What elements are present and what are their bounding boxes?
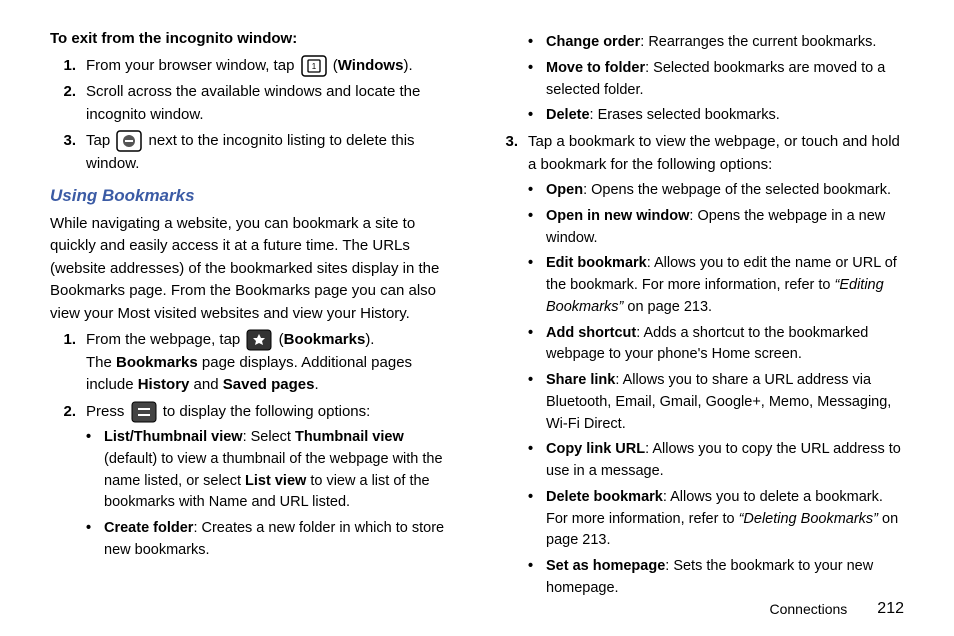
bookmarks-intro: While navigating a website, you can book… bbox=[50, 213, 462, 326]
step3-bullets: •Open: Opens the webpage of the selected… bbox=[528, 180, 904, 600]
exit-step-1: 1. From your browser window, tap 1 (Wind… bbox=[50, 55, 462, 78]
step-number: 3. bbox=[492, 131, 528, 604]
list-item: •Set as homepage: Sets the bookmark to y… bbox=[528, 556, 904, 600]
step-content: Tap next to the incognito listing to del… bbox=[86, 130, 462, 175]
bullet-marker: • bbox=[528, 180, 546, 202]
bookmarks-icon bbox=[246, 329, 272, 351]
bullet-marker: • bbox=[528, 253, 546, 318]
bullet-marker: • bbox=[528, 487, 546, 552]
bullet-marker: • bbox=[86, 518, 104, 562]
step-content: From your browser window, tap 1 (Windows… bbox=[86, 55, 462, 78]
svg-text:1: 1 bbox=[311, 62, 316, 71]
list-item: • Move to folder: Selected bookmarks are… bbox=[528, 58, 904, 102]
exit-step-2: 2. Scroll across the available windows a… bbox=[50, 81, 462, 126]
list-item: •Copy link URL: Allows you to copy the U… bbox=[528, 439, 904, 483]
step-content: Tap a bookmark to view the webpage, or t… bbox=[528, 131, 904, 604]
page-footer: Connections 212 bbox=[769, 600, 904, 618]
left-column: To exit from the incognito window: 1. Fr… bbox=[50, 28, 462, 588]
list-item: • Change order: Rearranges the current b… bbox=[528, 32, 904, 54]
bookmarks-step-2: 2. Press to display the following option… bbox=[50, 401, 462, 566]
step-content: Press to display the following options: … bbox=[86, 401, 462, 566]
step-number: 3. bbox=[50, 130, 86, 175]
bullet-marker: • bbox=[528, 206, 546, 250]
page-columns: To exit from the incognito window: 1. Fr… bbox=[50, 28, 904, 588]
bullet-marker: • bbox=[528, 32, 546, 54]
page-number: 212 bbox=[877, 600, 904, 618]
list-item: •Share link: Allows you to share a URL a… bbox=[528, 370, 904, 435]
exit-steps: 1. From your browser window, tap 1 (Wind… bbox=[50, 55, 462, 176]
bullet-marker: • bbox=[528, 105, 546, 127]
bullet-marker: • bbox=[528, 323, 546, 367]
windows-icon: 1 bbox=[301, 55, 327, 77]
delete-icon bbox=[116, 130, 142, 152]
list-item: • List/Thumbnail view: Select Thumbnail … bbox=[86, 427, 457, 514]
step-number: 2. bbox=[50, 401, 86, 566]
list-item: • Delete: Erases selected bookmarks. bbox=[528, 105, 904, 127]
list-item: • Create folder: Creates a new folder in… bbox=[86, 518, 457, 562]
step2-bullets: • List/Thumbnail view: Select Thumbnail … bbox=[86, 427, 457, 562]
list-item: •Edit bookmark: Allows you to edit the n… bbox=[528, 253, 904, 318]
bullet-marker: • bbox=[86, 427, 104, 514]
bookmarks-heading: Using Bookmarks bbox=[50, 183, 462, 209]
bookmarks-step-1: 1. From the webpage, tap (Bookmarks). Th… bbox=[50, 329, 462, 397]
bullet-marker: • bbox=[528, 439, 546, 483]
bookmarks-steps: 1. From the webpage, tap (Bookmarks). Th… bbox=[50, 329, 462, 566]
bullet-marker: • bbox=[528, 556, 546, 600]
step-content: From the webpage, tap (Bookmarks). The B… bbox=[86, 329, 462, 397]
exit-heading: To exit from the incognito window: bbox=[50, 28, 462, 51]
footer-section: Connections bbox=[769, 601, 847, 617]
step-number: 1. bbox=[50, 55, 86, 78]
step-content: Scroll across the available windows and … bbox=[86, 81, 462, 126]
step2-bullets-continued: • Change order: Rearranges the current b… bbox=[492, 32, 904, 127]
list-item: •Add shortcut: Adds a shortcut to the bo… bbox=[528, 323, 904, 367]
exit-step-3: 3. Tap next to the incognito listing to … bbox=[50, 130, 462, 175]
list-item: •Open in new window: Opens the webpage i… bbox=[528, 206, 904, 250]
right-column: • Change order: Rearranges the current b… bbox=[492, 28, 904, 588]
step-3-container: 3. Tap a bookmark to view the webpage, o… bbox=[492, 131, 904, 604]
menu-icon bbox=[131, 401, 157, 423]
step-number: 1. bbox=[50, 329, 86, 397]
step-number: 2. bbox=[50, 81, 86, 126]
list-item: •Open: Opens the webpage of the selected… bbox=[528, 180, 904, 202]
list-item: •Delete bookmark: Allows you to delete a… bbox=[528, 487, 904, 552]
bullet-marker: • bbox=[528, 58, 546, 102]
bullet-marker: • bbox=[528, 370, 546, 435]
bookmarks-step-3: 3. Tap a bookmark to view the webpage, o… bbox=[492, 131, 904, 604]
